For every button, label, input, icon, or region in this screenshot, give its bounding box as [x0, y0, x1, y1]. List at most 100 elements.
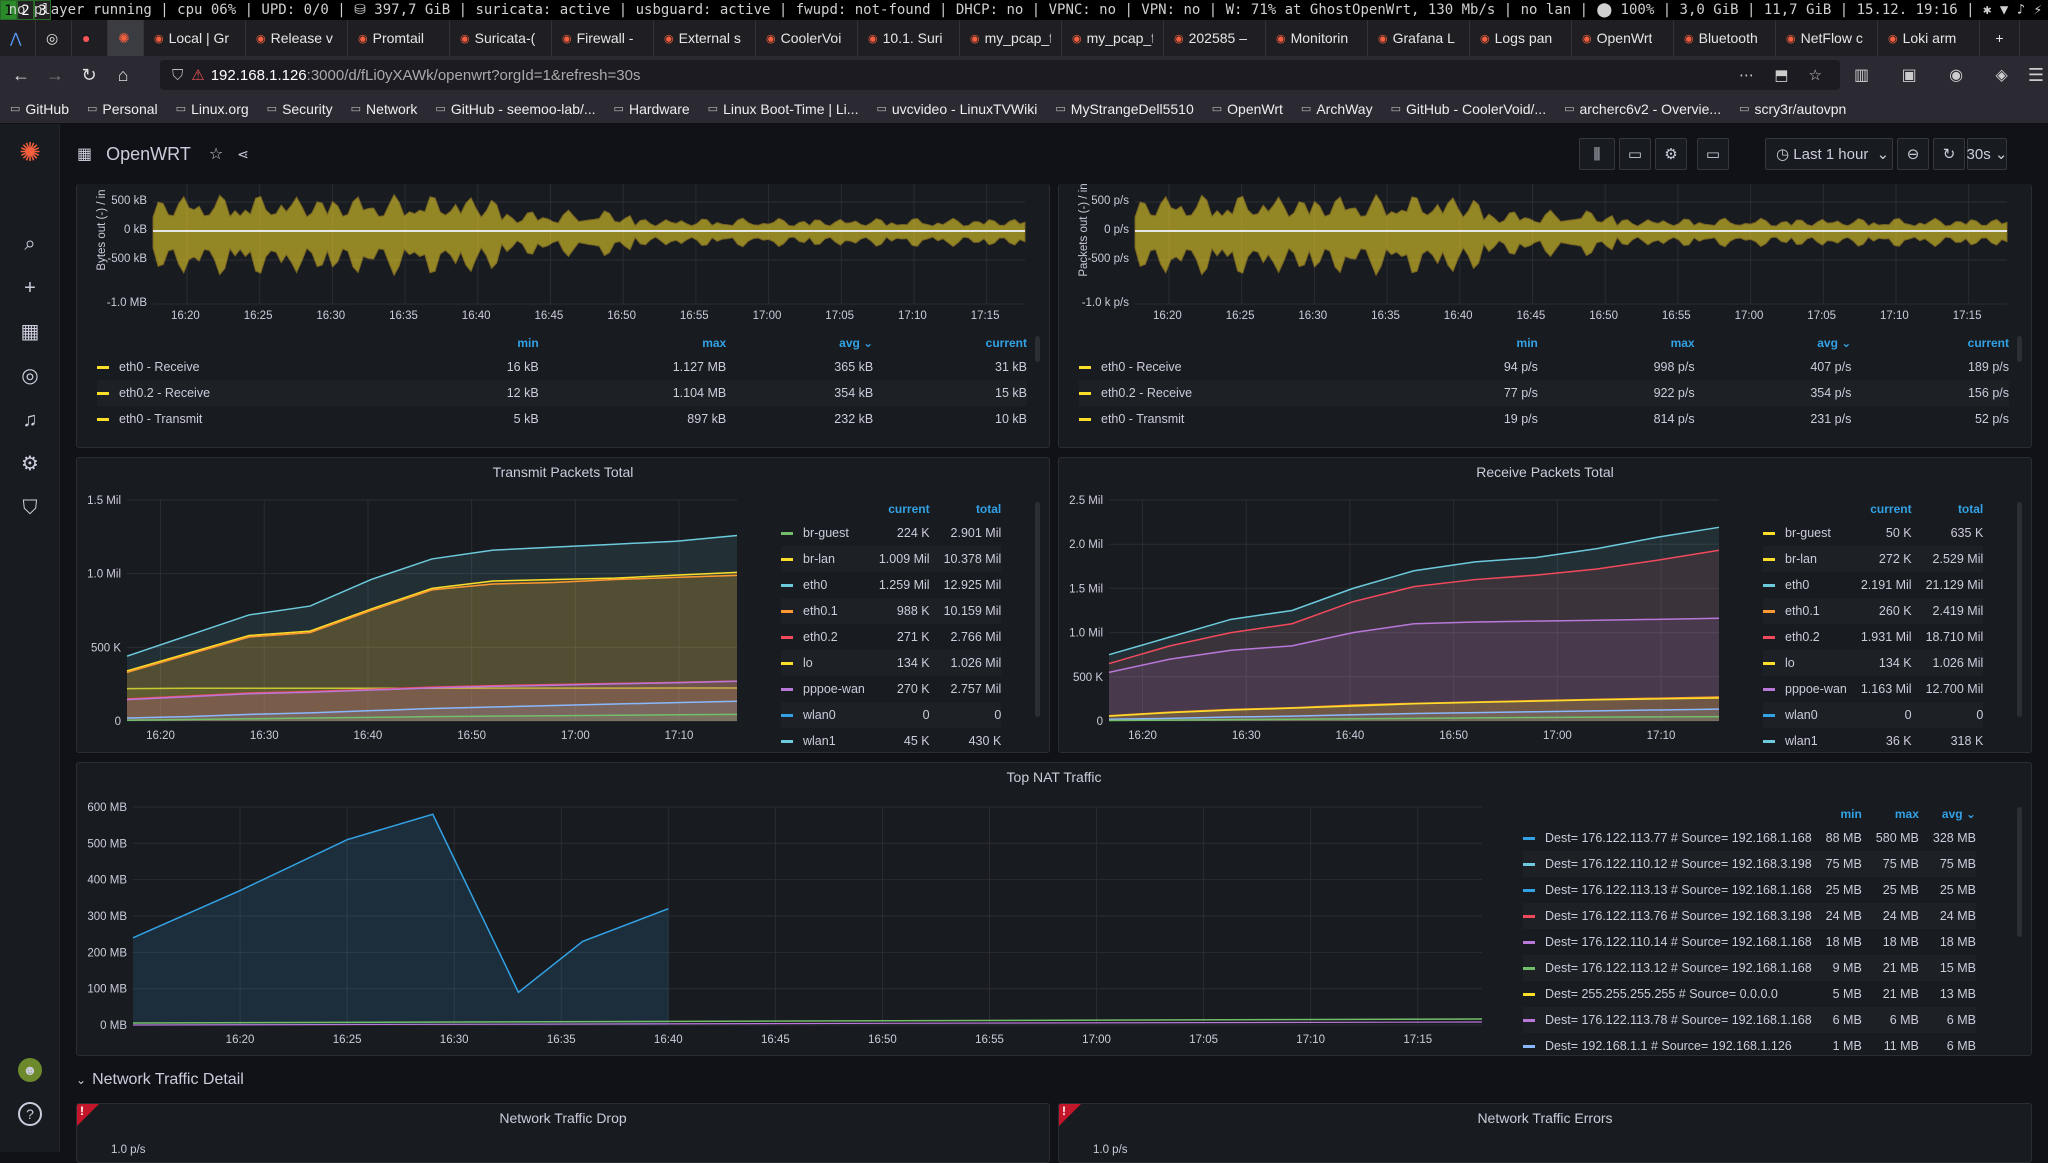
legend-row[interactable]: wlan0 0 0 [1763, 702, 1984, 728]
legend-row[interactable]: wlan0 0 0 [781, 702, 1002, 728]
menu-icon[interactable]: ☰ [2028, 65, 2044, 86]
browser-tab[interactable]: ◉ Bluetooth [1674, 20, 1776, 56]
save-dashboard-button[interactable]: ▭ [1619, 138, 1651, 170]
browser-tab[interactable]: ◉ 202585 – [1164, 20, 1266, 56]
browser-tab[interactable]: ◉ Suricata-( [450, 20, 552, 56]
legend-row[interactable]: Dest= 192.168.1.1 # Source= 192.168.1.12… [1523, 1033, 1976, 1055]
settings-button[interactable]: ⚙ [1655, 138, 1687, 170]
bookmark-item[interactable]: ▭ MyStrangeDell5510 [1055, 101, 1193, 117]
legend-column-header[interactable]: max [1538, 332, 1695, 354]
legend-column-header[interactable]: current [1847, 498, 1911, 520]
legend-column-header[interactable]: avg ⌄ [1919, 803, 1976, 825]
bookmark-item[interactable]: ▭ scry3r/autovpn [1739, 101, 1846, 117]
legend-column-header[interactable]: total [1912, 498, 1983, 520]
legend-row[interactable]: Dest= 176.122.113.13 # Source= 192.168.1… [1523, 877, 1976, 903]
browser-tab[interactable]: ◉ NetFlow c [1776, 20, 1878, 56]
legend-row[interactable]: br-lan 1.009 Mil 10.378 Mil [781, 546, 1002, 572]
bookmark-item[interactable]: ▭ ArchWay [1301, 101, 1373, 117]
legend-row[interactable]: Dest= 176.122.113.12 # Source= 192.168.1… [1523, 955, 1976, 981]
zoom-out-button[interactable]: ⊖ [1897, 138, 1929, 170]
browser-tab[interactable]: ◉ OpenWrt [1572, 20, 1674, 56]
legend-row[interactable]: Dest= 176.122.110.14 # Source= 192.168.1… [1523, 929, 1976, 955]
browser-tab[interactable]: ◉ Local | Gr [144, 20, 246, 56]
legend-row[interactable]: eth0.2 - Receive 12 kB 1.104 MB 354 kB 15 kB [97, 380, 1027, 406]
bookmark-item[interactable]: ▭ Security [267, 101, 333, 117]
bell-icon[interactable]: ♫ [18, 408, 42, 432]
url-field[interactable]: ⛉ ⚠ 192.168.1.126:3000/d/fLi0yXAWk/openw… [160, 60, 1840, 90]
page-actions[interactable]: ⋯ ⬒ ☆ [1739, 66, 1830, 84]
legend-row[interactable]: Dest= 176.122.113.78 # Source= 192.168.1… [1523, 1007, 1976, 1033]
browser-tab[interactable]: ◉ Loki arm [1878, 20, 1980, 56]
bookmark-item[interactable]: ▭ GitHub [10, 101, 69, 117]
legend-row[interactable]: eth0 - Receive 94 p/s 998 p/s 407 p/s 189 p/… [1079, 354, 2009, 380]
share-icon[interactable]: ⋖ [237, 146, 249, 163]
search-icon[interactable]: ⌕ [18, 232, 42, 256]
legend-column-header[interactable]: avg ⌄ [1695, 332, 1851, 354]
refresh-interval-picker[interactable]: 30s ⌄ [1967, 138, 2007, 170]
forward-icon[interactable]: → [38, 65, 72, 86]
legend-row[interactable]: eth0 - Transmit 19 p/s 814 p/s 231 p/s 52 p/… [1079, 406, 2009, 432]
pinned-tab-2[interactable]: ● [72, 20, 108, 56]
legend-scrollbar[interactable] [1035, 502, 1040, 717]
legend-row[interactable]: pppoe-wan 270 K 2.757 Mil [781, 676, 1001, 702]
legend-row[interactable]: wlan1 45 K 430 K [781, 728, 1001, 752]
browser-tab[interactable]: ◉ Firewall - [552, 20, 654, 56]
browser-tab[interactable]: ◉ Logs pan [1470, 20, 1572, 56]
legend-row[interactable]: Dest= 176.122.113.77 # Source= 192.168.1… [1523, 825, 1976, 851]
browser-tab[interactable]: ◉ Grafana L [1368, 20, 1470, 56]
back-icon[interactable]: ← [4, 65, 38, 86]
tv-mode-button[interactable]: ▭ [1697, 138, 1729, 170]
legend-row[interactable]: Dest= 176.122.113.76 # Source= 192.168.3… [1523, 903, 1976, 929]
legend-column-header[interactable]: total [930, 498, 1001, 520]
legend-column-header[interactable]: min [1401, 332, 1538, 354]
section-header[interactable]: ⌄ Network Traffic Detail [76, 1071, 244, 1089]
legend-row[interactable]: eth0.1 988 K 10.159 Mil [781, 598, 1002, 624]
home-icon[interactable]: ⌂ [106, 65, 140, 86]
browser-tab[interactable]: ◉ Release v [246, 20, 348, 56]
gear-icon[interactable]: ⚙ [18, 452, 42, 476]
legend-row[interactable]: eth0 - Transmit 5 kB 897 kB 232 kB 10 kB [97, 406, 1027, 432]
legend-column-header[interactable]: min [1812, 803, 1861, 825]
bookmark-item[interactable]: ▭ OpenWrt [1212, 101, 1283, 117]
legend-row[interactable]: eth0.2 271 K 2.766 Mil [781, 624, 1001, 650]
browser-tab[interactable]: ◉ Promtail [348, 20, 450, 56]
bookmark-item[interactable]: ▭ GitHub - seemoo-lab/... [435, 101, 595, 117]
legend-column-header[interactable]: min [411, 332, 538, 354]
refresh-button[interactable]: ↻ [1933, 138, 1965, 170]
explore-icon[interactable]: ◎ [18, 364, 42, 388]
legend-row[interactable]: Dest= 176.122.110.12 # Source= 192.168.3… [1523, 851, 1976, 877]
plus-icon[interactable]: + [18, 276, 42, 300]
legend-row[interactable]: br-guest 224 K 2.901 Mil [781, 520, 1001, 546]
add-panel-button[interactable]: ⫼ [1579, 138, 1615, 170]
time-picker[interactable]: ◷ Last 1 hour ⌄ [1765, 138, 1893, 170]
legend-column-header[interactable]: max [539, 332, 726, 354]
legend-column-header[interactable]: current [1851, 332, 2009, 354]
reload-icon[interactable]: ↻ [72, 65, 106, 86]
bookmark-item[interactable]: ▭ Hardware [614, 101, 690, 117]
legend-scrollbar[interactable] [2017, 807, 2022, 937]
grafana-logo-icon[interactable]: ✺ [18, 139, 42, 165]
legend-row[interactable]: lo 134 K 1.026 Mil [1763, 650, 1984, 676]
legend-row[interactable]: eth0 2.191 Mil 21.129 Mil [1763, 572, 1983, 598]
new-tab-button[interactable]: + [1980, 20, 2020, 56]
help-icon[interactable]: ? [18, 1102, 42, 1126]
bookmark-item[interactable]: ▭ Network [351, 101, 418, 117]
dashboard-title[interactable]: OpenWRT [106, 144, 191, 165]
shield-icon[interactable]: ⛉ [18, 496, 42, 520]
legend-column-header[interactable]: current [873, 332, 1027, 354]
firefox-view-tab[interactable]: ⋀ [0, 20, 36, 56]
bookmark-item[interactable]: ▭ Linux.org [176, 101, 249, 117]
legend-row[interactable]: pppoe-wan 1.163 Mil 12.700 Mil [1763, 676, 1983, 702]
legend-row[interactable]: eth0.2 - Receive 77 p/s 922 p/s 354 p/s 156 … [1079, 380, 2009, 406]
legend-column-header[interactable]: avg ⌄ [726, 332, 873, 354]
legend-row[interactable]: wlan1 36 K 318 K [1763, 728, 1983, 752]
legend-column-header[interactable]: max [1862, 803, 1919, 825]
legend-row[interactable]: br-guest 50 K 635 K [1763, 520, 1983, 546]
browser-tab[interactable]: ◉ CoolerVoi [756, 20, 858, 56]
bookmark-item[interactable]: ▭ archerc6v2 - Overvie... [1564, 101, 1721, 117]
browser-tab[interactable]: ◉ Monitorin [1266, 20, 1368, 56]
dashboards-icon[interactable]: ▦ [18, 320, 42, 344]
legend-row[interactable]: eth0 1.259 Mil 12.925 Mil [781, 572, 1001, 598]
legend-row[interactable]: lo 134 K 1.026 Mil [781, 650, 1002, 676]
browser-tab[interactable]: ◉ my_pcap_file [960, 20, 1062, 56]
